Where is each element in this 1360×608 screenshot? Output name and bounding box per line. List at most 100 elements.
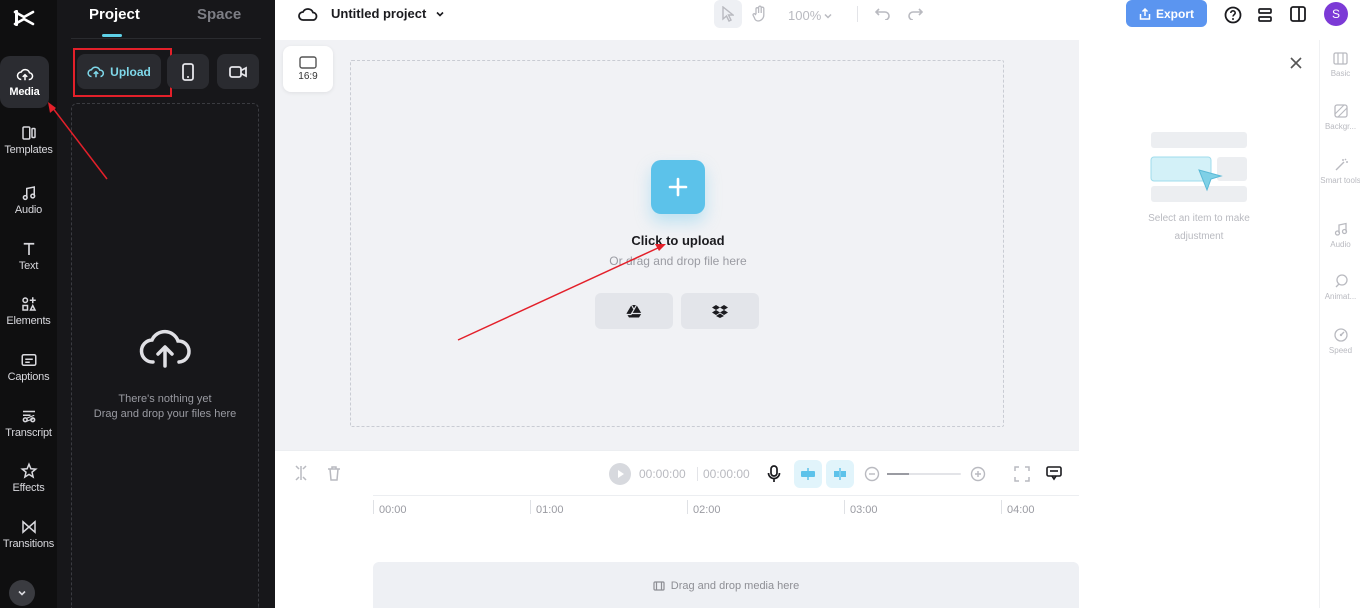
layers-icon[interactable] [1256, 6, 1274, 24]
annotation-highlight-box [73, 48, 172, 97]
add-media-button[interactable] [651, 160, 705, 214]
background-icon [1333, 104, 1348, 118]
toolbar-divider [857, 6, 858, 22]
animation-icon [1335, 274, 1348, 288]
chevron-down-icon[interactable] [823, 11, 833, 21]
rail-right-label: Speed [1328, 346, 1353, 355]
close-icon[interactable] [1289, 56, 1303, 70]
timeline-drop-zone[interactable]: Drag and drop media here [373, 562, 1079, 608]
tab-space[interactable]: Space [197, 6, 241, 23]
elements-icon [21, 297, 36, 311]
ruler-tick [530, 500, 531, 514]
drag-drop-hint: Or drag and drop file here [609, 254, 747, 268]
hand-icon[interactable] [752, 5, 768, 23]
empty-state-title: There's nothing yet [118, 393, 212, 405]
rail-right-label: Backgr... [1324, 122, 1357, 131]
export-button[interactable]: Export [1126, 0, 1207, 27]
rail-right-animation[interactable]: Animat... [1320, 274, 1360, 301]
aspect-ratio-icon [299, 56, 317, 69]
rail-right-label: Audio [1330, 240, 1351, 249]
rail-right-speed[interactable]: Speed [1320, 328, 1360, 355]
more-tools-button[interactable] [9, 580, 35, 606]
undo-icon[interactable] [875, 6, 891, 20]
rail-item-transcript[interactable]: Transcript [0, 397, 57, 449]
media-panel: Project Space Upload There's nothing yet… [57, 0, 275, 608]
magic-wand-icon [1335, 158, 1348, 171]
transitions-icon [21, 520, 36, 534]
delete-icon[interactable] [327, 466, 341, 481]
click-to-upload-title: Click to upload [631, 233, 725, 248]
google-drive-button[interactable] [595, 293, 673, 329]
ruler-tick-label: 01:00 [536, 504, 564, 516]
zoom-slider[interactable] [887, 473, 961, 475]
rail-item-label: Elements [6, 315, 51, 327]
rail-item-elements[interactable]: Elements [0, 285, 57, 337]
music-note-icon [1334, 222, 1347, 236]
templates-icon [21, 126, 36, 140]
canvas-upload-zone[interactable]: Click to upload Or drag and drop file he… [350, 60, 1004, 427]
split-icon[interactable] [294, 465, 308, 481]
rail-item-text[interactable]: Text [0, 230, 57, 282]
layout-panel-icon[interactable] [1289, 5, 1307, 23]
phone-upload-button[interactable] [167, 54, 209, 89]
properties-empty-hint: Select an item to make adjustment [1079, 210, 1319, 246]
play-icon [618, 470, 624, 478]
rail-item-media[interactable]: Media [0, 56, 49, 108]
project-title[interactable]: Untitled project [331, 6, 426, 21]
zoom-slider-fill [887, 473, 909, 475]
cloud-upload-icon [139, 329, 191, 368]
ruler-tick [373, 500, 374, 514]
active-tab-indicator [102, 34, 122, 37]
rail-item-label: Text [18, 260, 39, 272]
redo-icon[interactable] [907, 6, 923, 20]
time-divider [697, 467, 698, 481]
rail-item-label: Templates [4, 144, 53, 156]
rail-right-audio[interactable]: Audio [1320, 222, 1360, 249]
rail-item-transitions[interactable]: Transitions [0, 508, 57, 560]
magnet-toggle[interactable] [794, 460, 822, 488]
ruler-tick [844, 500, 845, 514]
empty-state-hint: Drag and drop your files here [93, 408, 237, 420]
aspect-ratio-button[interactable]: 16:9 [283, 46, 333, 92]
chevron-down-icon [18, 590, 26, 596]
google-drive-icon [626, 304, 642, 318]
right-tool-rail: Basic Backgr... Smart tools Audio Animat… [1319, 40, 1360, 608]
linkage-toggle[interactable] [826, 460, 854, 488]
export-icon [1139, 7, 1151, 20]
rail-right-smart-tools[interactable]: Smart tools [1320, 158, 1360, 185]
zoom-in-icon[interactable] [970, 466, 986, 482]
microphone-icon[interactable] [767, 465, 781, 483]
rail-item-captions[interactable]: Captions [0, 341, 57, 393]
rail-item-audio[interactable]: Audio [0, 174, 57, 226]
play-button[interactable] [609, 463, 631, 485]
chevron-down-icon[interactable] [435, 9, 445, 19]
ruler-tick [1001, 500, 1002, 514]
fullscreen-icon[interactable] [1014, 466, 1030, 482]
help-icon[interactable] [1224, 6, 1242, 24]
rail-item-templates[interactable]: Templates [0, 114, 57, 166]
cloud-sync-icon [298, 8, 318, 21]
avatar[interactable]: S [1324, 2, 1348, 26]
aspect-ratio-label: 16:9 [298, 71, 318, 82]
export-label: Export [1155, 6, 1194, 21]
rail-item-effects[interactable]: Effects [0, 452, 57, 504]
rail-item-label: Transcript [5, 427, 52, 439]
rail-right-basic[interactable]: Basic [1320, 52, 1360, 78]
current-time: 00:00:00 [639, 467, 686, 481]
ruler-tick-label: 04:00 [1007, 504, 1035, 516]
rail-item-label: Media [9, 86, 40, 98]
tab-project[interactable]: Project [89, 6, 140, 23]
dropbox-icon [712, 305, 728, 318]
timeline-drop-label: Drag and drop media here [670, 579, 800, 592]
video-camera-icon [229, 65, 247, 78]
zoom-out-icon[interactable] [864, 466, 880, 482]
select-tool-button[interactable] [714, 0, 742, 28]
dropbox-button[interactable] [681, 293, 759, 329]
rail-right-label: Smart tools [1320, 176, 1360, 185]
zoom-level[interactable]: 100% [788, 8, 821, 23]
record-video-button[interactable] [217, 54, 259, 89]
timeline-ruler[interactable]: 00:00 01:00 02:00 03:00 04:00 [373, 495, 1079, 517]
feedback-icon[interactable] [1046, 465, 1062, 481]
rail-right-background[interactable]: Backgr... [1320, 104, 1360, 131]
speed-icon [1333, 328, 1348, 342]
